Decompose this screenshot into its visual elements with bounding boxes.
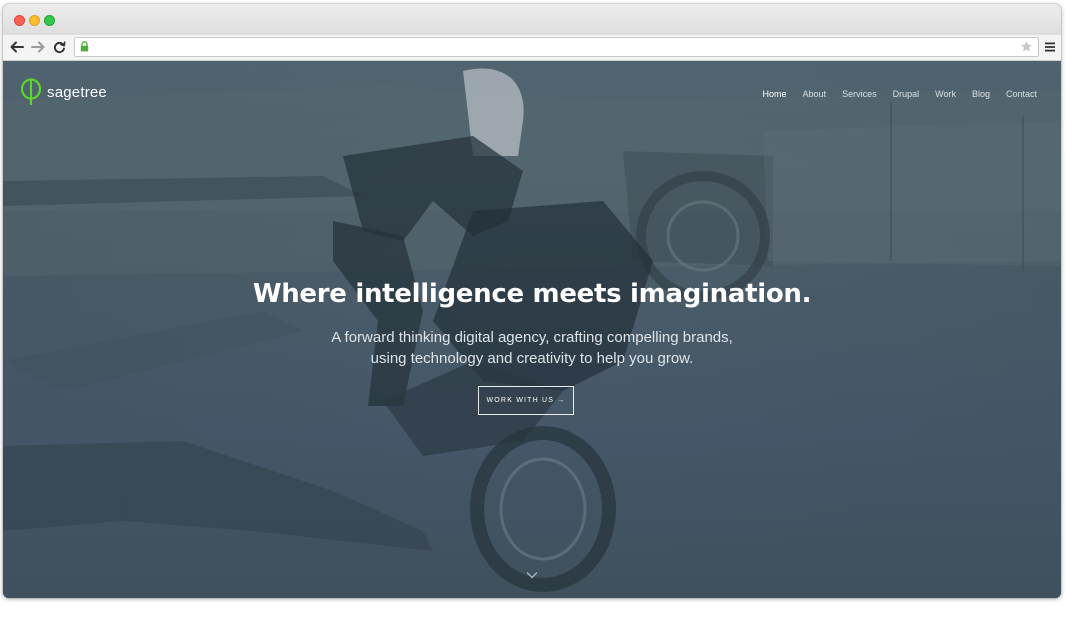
address-bar[interactable] [74, 37, 1039, 57]
hero-subheadline-line-2: using technology and creativity to help … [370, 350, 694, 367]
chevron-down-icon[interactable] [526, 571, 538, 579]
reload-button[interactable] [50, 38, 68, 56]
back-button[interactable] [8, 38, 26, 56]
hero-section: sagetree Home About Services Drupal Work… [3, 61, 1061, 598]
forward-button[interactable] [29, 38, 47, 56]
lock-icon [80, 41, 89, 52]
browser-window: sagetree Home About Services Drupal Work… [3, 4, 1061, 598]
hero-subheadline: A forward thinking digital agency, craft… [3, 327, 1061, 369]
nav-item-drupal[interactable]: Drupal [893, 89, 920, 99]
nav-item-blog[interactable]: Blog [972, 89, 990, 99]
forward-arrow-icon [31, 41, 45, 53]
hero-headline: Where intelligence meets imagination. [252, 279, 812, 309]
sagetree-logo-icon [20, 78, 42, 105]
nav-item-contact[interactable]: Contact [1006, 89, 1037, 99]
browser-toolbar [3, 35, 1061, 61]
reload-icon [53, 40, 65, 53]
minimize-window-button[interactable] [29, 15, 40, 26]
back-arrow-icon [10, 41, 24, 53]
sagetree-logo[interactable]: sagetree [20, 78, 107, 106]
browser-titlebar [3, 4, 1061, 35]
work-with-us-button[interactable]: WORK WITH US → [478, 386, 574, 415]
nav-item-home[interactable]: Home [763, 89, 787, 99]
main-navigation: Home About Services Drupal Work Blog Con… [747, 89, 1037, 99]
star-icon[interactable] [1020, 40, 1033, 53]
logo-text: sagetree [47, 83, 107, 101]
close-window-button[interactable] [14, 15, 25, 26]
nav-item-work[interactable]: Work [935, 89, 956, 99]
menu-icon[interactable] [1045, 42, 1055, 52]
hero-subheadline-line-1: A forward thinking digital agency, craft… [331, 329, 733, 346]
zoom-window-button[interactable] [44, 15, 55, 26]
nav-item-services[interactable]: Services [842, 89, 877, 99]
nav-item-about[interactable]: About [803, 89, 827, 99]
